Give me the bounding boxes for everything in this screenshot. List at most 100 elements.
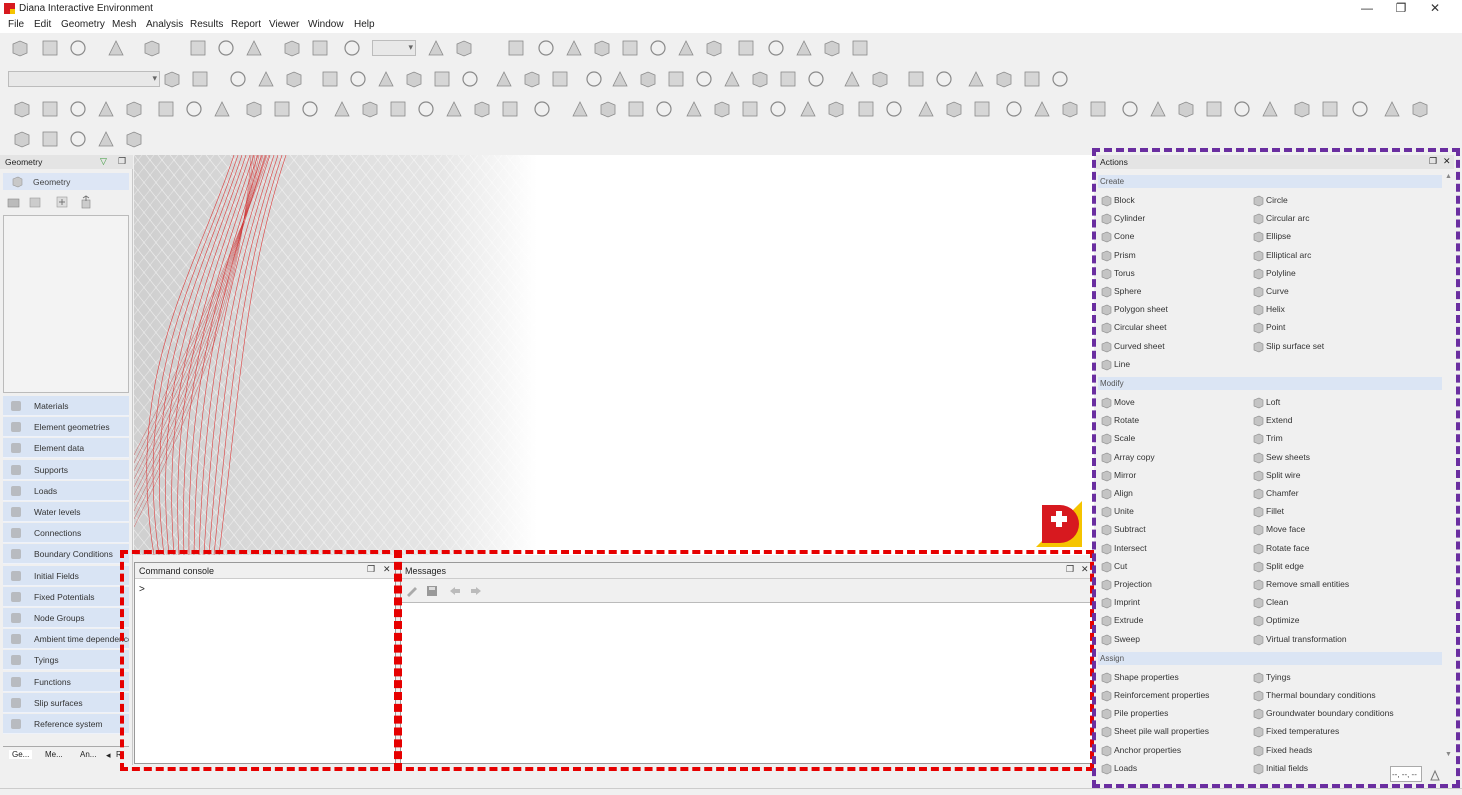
row3-tool-icon-12[interactable] xyxy=(332,99,352,119)
menu-help[interactable]: Help xyxy=(354,19,375,30)
row3-tool-icon-27[interactable] xyxy=(768,99,788,119)
row2-tool-icon-21[interactable] xyxy=(750,69,770,89)
row2-tool-icon-22[interactable] xyxy=(778,69,798,89)
row3-tool-icon-7[interactable] xyxy=(184,99,204,119)
row1-tool-icon-23[interactable] xyxy=(766,38,786,58)
row3-tool-icon-8[interactable] xyxy=(212,99,232,119)
row3-tool-icon-21[interactable] xyxy=(598,99,618,119)
row4-tool-icon-1[interactable] xyxy=(12,129,32,149)
nav-item-water-levels[interactable]: Water levels xyxy=(3,502,129,522)
float-panel-icon[interactable]: ❐ xyxy=(118,156,126,167)
add-tool-icon[interactable] xyxy=(55,195,69,209)
row1-tool-icon-3[interactable] xyxy=(68,38,88,58)
row2-tool-icon-4[interactable] xyxy=(256,69,276,89)
solid-tool-icon[interactable] xyxy=(28,195,42,209)
menu-file[interactable]: File xyxy=(8,19,24,30)
row1-tool-icon-8[interactable] xyxy=(244,38,264,58)
tab-results[interactable]: R xyxy=(116,750,122,759)
row2-tool-icon-16[interactable] xyxy=(610,69,630,89)
row3-tool-icon-46[interactable] xyxy=(1320,99,1340,119)
row2-tool-icon-20[interactable] xyxy=(722,69,742,89)
menu-edit[interactable]: Edit xyxy=(34,19,51,30)
tab-scroll-left-icon[interactable]: ◂ xyxy=(106,750,111,761)
row1-tool-icon-22[interactable] xyxy=(736,38,756,58)
row3-tool-icon-15[interactable] xyxy=(416,99,436,119)
row1-tool-icon-16[interactable] xyxy=(564,38,584,58)
row4-tool-icon-4[interactable] xyxy=(96,129,116,149)
next-message-icon[interactable] xyxy=(469,584,483,598)
row1-tool-icon-24[interactable] xyxy=(794,38,814,58)
row3-tool-icon-17[interactable] xyxy=(472,99,492,119)
row2-tool-icon-11[interactable] xyxy=(460,69,480,89)
row3-tool-icon-32[interactable] xyxy=(916,99,936,119)
restore-button[interactable]: ❐ xyxy=(1384,0,1418,17)
row3-tool-icon-49[interactable] xyxy=(1410,99,1430,119)
row3-tool-icon-4[interactable] xyxy=(96,99,116,119)
row1-tool-icon-21[interactable] xyxy=(704,38,724,58)
console-close-icon[interactable]: ✕ xyxy=(383,564,391,575)
row3-tool-icon-25[interactable] xyxy=(712,99,732,119)
row2-tool-icon-1[interactable] xyxy=(162,69,182,89)
row2-tool-icon-29[interactable] xyxy=(994,69,1014,89)
row3-tool-icon-19[interactable] xyxy=(532,99,552,119)
row3-tool-icon-40[interactable] xyxy=(1148,99,1168,119)
row2-tool-icon-3[interactable] xyxy=(228,69,248,89)
nav-item-node-groups[interactable]: Node Groups xyxy=(3,608,129,628)
row3-tool-icon-28[interactable] xyxy=(798,99,818,119)
row3-tool-icon-13[interactable] xyxy=(360,99,380,119)
row3-tool-icon-37[interactable] xyxy=(1060,99,1080,119)
row3-tool-icon-34[interactable] xyxy=(972,99,992,119)
row2-tool-icon-26[interactable] xyxy=(906,69,926,89)
nav-item-reference-system[interactable]: Reference system xyxy=(3,714,129,734)
actions-float-icon[interactable]: ❐ xyxy=(1429,156,1437,167)
minimize-button[interactable]: — xyxy=(1350,0,1384,17)
row2-tool-icon-17[interactable] xyxy=(638,69,658,89)
row1-tool-icon-17[interactable] xyxy=(592,38,612,58)
menu-window[interactable]: Window xyxy=(308,19,344,30)
row3-tool-icon-1[interactable] xyxy=(12,99,32,119)
row1-tool-icon-15[interactable] xyxy=(536,38,556,58)
row3-tool-icon-11[interactable] xyxy=(300,99,320,119)
row2-tool-icon-5[interactable] xyxy=(284,69,304,89)
row1-tool-icon-1[interactable] xyxy=(10,38,30,58)
row2-tool-icon-24[interactable] xyxy=(842,69,862,89)
menu-report[interactable]: Report xyxy=(231,19,261,30)
selection-filter-combo[interactable] xyxy=(8,71,160,87)
row3-tool-icon-42[interactable] xyxy=(1204,99,1224,119)
row3-tool-icon-33[interactable] xyxy=(944,99,964,119)
row2-tool-icon-18[interactable] xyxy=(666,69,686,89)
scroll-up-icon[interactable]: ▲ xyxy=(1445,173,1452,180)
row2-tool-icon-7[interactable] xyxy=(348,69,368,89)
row1-tool-icon-25[interactable] xyxy=(822,38,842,58)
row1-tool-icon-18[interactable] xyxy=(620,38,640,58)
row2-tool-icon-9[interactable] xyxy=(404,69,424,89)
close-window-button[interactable]: ✕ xyxy=(1418,0,1452,17)
scroll-down-icon[interactable]: ▼ xyxy=(1445,751,1452,758)
nav-item-tyings[interactable]: Tyings xyxy=(3,650,129,671)
tab-geometry[interactable]: Ge... xyxy=(9,750,33,759)
row3-tool-icon-9[interactable] xyxy=(244,99,264,119)
previous-message-icon[interactable] xyxy=(448,584,462,598)
row2-tool-icon-12[interactable] xyxy=(494,69,514,89)
row3-tool-icon-31[interactable] xyxy=(884,99,904,119)
geometry-tree-root[interactable]: Geometry xyxy=(3,173,129,190)
row1-tool-icon-26[interactable] xyxy=(850,38,870,58)
row2-tool-icon-10[interactable] xyxy=(432,69,452,89)
row2-tool-icon-13[interactable] xyxy=(522,69,542,89)
row2-tool-icon-15[interactable] xyxy=(584,69,604,89)
row3-tool-icon-2[interactable] xyxy=(40,99,60,119)
row3-tool-icon-30[interactable] xyxy=(856,99,876,119)
row4-tool-icon-3[interactable] xyxy=(68,129,88,149)
row3-tool-icon-45[interactable] xyxy=(1292,99,1312,119)
nav-item-boundary-conditions[interactable]: Boundary Conditions xyxy=(3,544,129,565)
nav-item-initial-fields[interactable]: Initial Fields xyxy=(3,565,129,586)
actions-scrollbar[interactable]: ▲ ▼ xyxy=(1444,171,1454,765)
row3-tool-icon-20[interactable] xyxy=(570,99,590,119)
3d-viewport[interactable] xyxy=(134,155,1094,555)
filter-icon[interactable]: ▽ xyxy=(100,156,107,167)
row1-tool-icon-6[interactable] xyxy=(188,38,208,58)
row4-tool-icon-5[interactable] xyxy=(124,129,144,149)
tab-mesh[interactable]: Me... xyxy=(45,750,63,759)
row1-tool-icon-14[interactable] xyxy=(506,38,526,58)
row2-tool-icon-27[interactable] xyxy=(934,69,954,89)
